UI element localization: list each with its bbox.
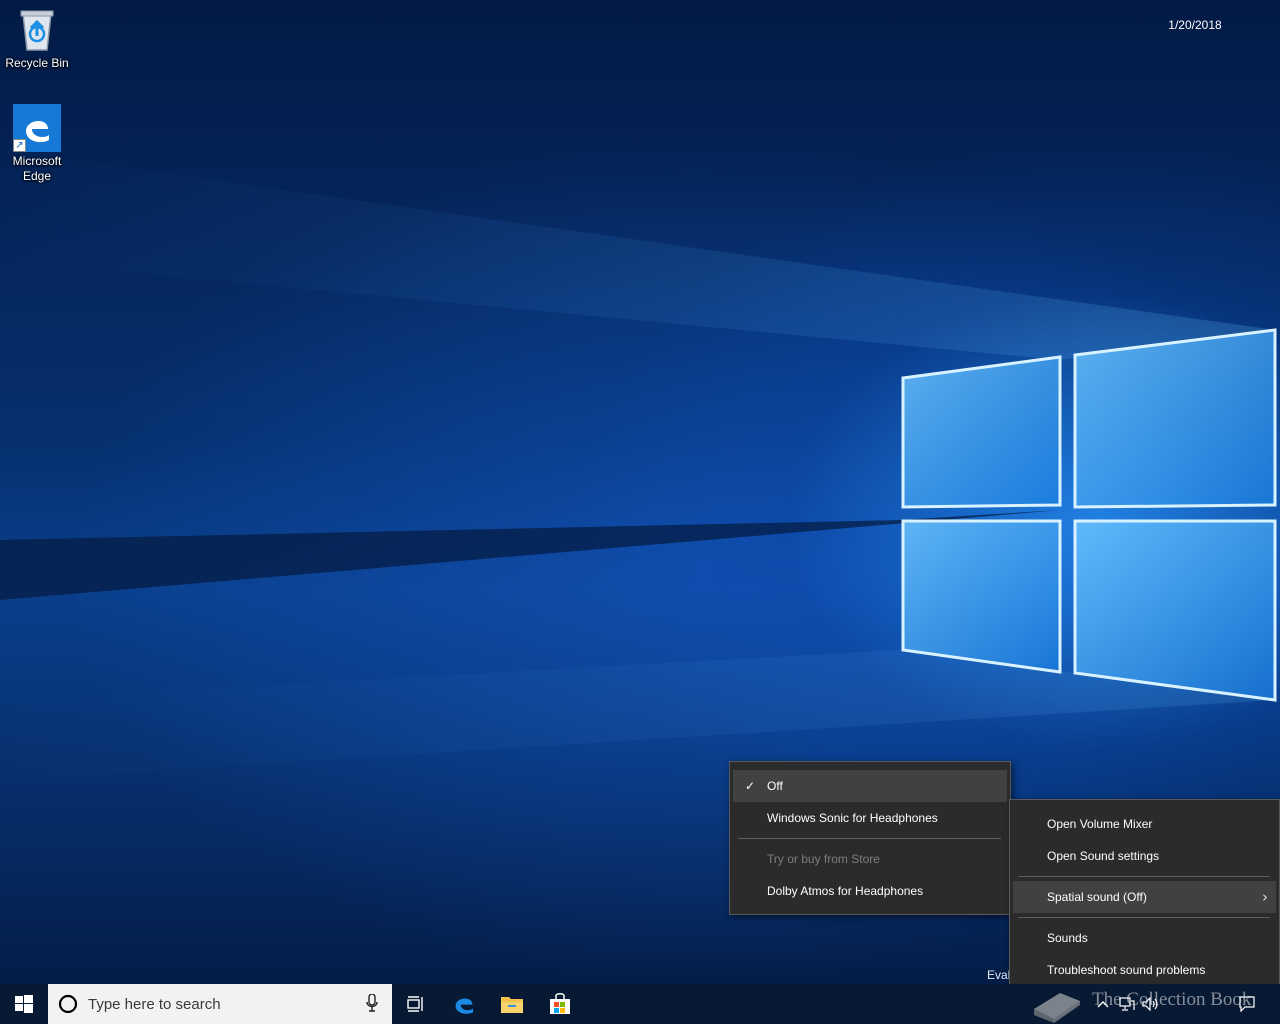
search-placeholder: Type here to search [88, 995, 221, 1013]
desktop-icon-label: Recycle Bin [5, 56, 69, 70]
taskbar-store-button[interactable] [536, 984, 584, 1024]
taskbar-search-box[interactable]: Type here to search [48, 984, 392, 1024]
watermark-text: The Collection Book [1092, 989, 1252, 1010]
checkmark-icon: ✓ [744, 779, 756, 793]
menu-item-label: Spatial sound (Off) [1047, 890, 1147, 904]
taskbar-clock-date[interactable]: 1/20/2018 [1160, 18, 1230, 32]
menu-item-off[interactable]: ✓ Off [733, 770, 1007, 802]
menu-item-label: Dolby Atmos for Headphones [767, 884, 924, 898]
cortana-icon [48, 994, 88, 1014]
task-view-button[interactable] [392, 984, 440, 1024]
menu-separator [1018, 876, 1270, 877]
taskbar-file-explorer-button[interactable] [488, 984, 536, 1024]
desktop-icon-microsoft-edge[interactable]: ↗ Microsoft Edge [0, 104, 74, 184]
menu-item-spatial-sound[interactable]: Spatial sound (Off) › [1013, 881, 1276, 913]
taskbar-edge-button[interactable] [440, 984, 488, 1024]
menu-item-sounds[interactable]: Sounds [1013, 922, 1276, 954]
menu-item-label: Sounds [1047, 931, 1088, 945]
menu-item-try-or-buy-from-store: Try or buy from Store [733, 843, 1007, 875]
recycle-bin-icon [13, 6, 61, 54]
shortcut-arrow-icon: ↗ [13, 139, 26, 152]
desktop-icon-label: Microsoft Edge [12, 154, 62, 183]
edge-icon [455, 998, 474, 1014]
menu-item-label: Try or buy from Store [767, 852, 880, 866]
menu-item-open-volume-mixer[interactable]: Open Volume Mixer [1013, 808, 1276, 840]
windows-start-icon [15, 995, 33, 1013]
menu-item-label: Open Sound settings [1047, 849, 1160, 863]
start-button[interactable] [0, 984, 48, 1024]
menu-separator [738, 838, 1001, 839]
menu-item-label: Off [767, 779, 783, 793]
microphone-icon[interactable] [366, 993, 378, 1017]
menu-separator [1018, 917, 1270, 918]
book-logo-icon [1034, 993, 1080, 1023]
menu-item-windows-sonic[interactable]: Windows Sonic for Headphones [733, 802, 1007, 834]
spatial-sound-submenu: ✓ Off Windows Sonic for Headphones Try o… [729, 761, 1011, 915]
menu-item-dolby-atmos[interactable]: Dolby Atmos for Headphones [733, 875, 1007, 907]
desktop-icon-recycle-bin[interactable]: Recycle Bin [0, 6, 74, 71]
chevron-right-icon: › [1262, 888, 1268, 906]
store-icon [550, 993, 570, 1014]
task-view-icon [407, 996, 423, 1012]
evaluation-watermark-text: Eval [987, 968, 1011, 982]
file-explorer-icon [501, 997, 523, 1013]
menu-item-open-sound-settings[interactable]: Open Sound settings [1013, 840, 1276, 872]
edge-icon: ↗ [13, 104, 61, 152]
menu-item-label: Windows Sonic for Headphones [767, 811, 938, 825]
sound-context-menu: Open Volume Mixer Open Sound settings Sp… [1009, 799, 1280, 995]
source-watermark: The Collection Book [1030, 975, 1275, 1023]
menu-item-label: Open Volume Mixer [1047, 817, 1153, 831]
